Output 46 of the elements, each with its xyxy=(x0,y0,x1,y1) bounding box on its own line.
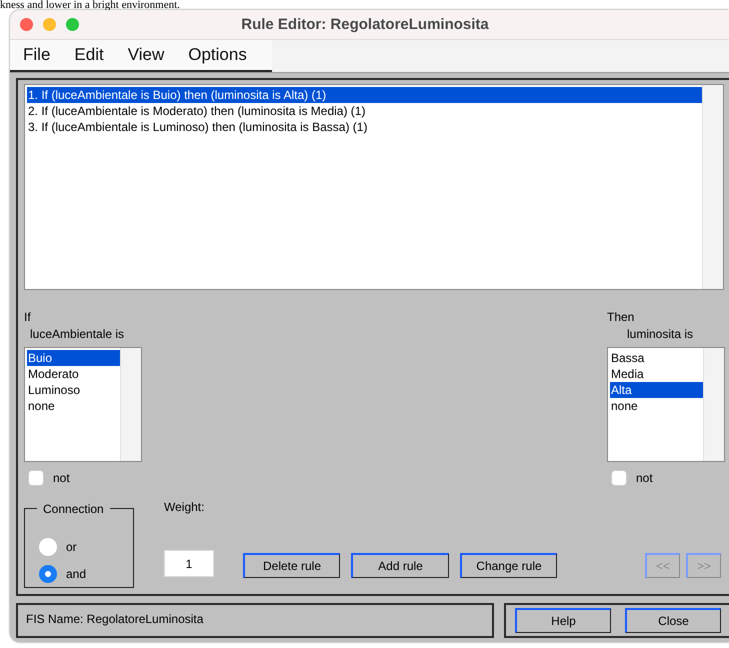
menu-item[interactable]: Options xyxy=(188,45,247,65)
menu-item[interactable]: File xyxy=(23,45,50,65)
window-title: Rule Editor: RegolatoreLuminosita xyxy=(240,16,490,33)
list-item[interactable]: 2. If (luceAmbientale is Moderato) then (luminosita is Media) (1) xyxy=(27,103,702,119)
list-item[interactable]: Moderato xyxy=(27,366,120,382)
list-item[interactable]: none xyxy=(610,398,703,414)
list-box[interactable]: Buio Moderato Luminoso none xyxy=(25,348,141,461)
checkbox-label: not xyxy=(636,471,653,485)
variable-label: luminosita is xyxy=(626,326,694,343)
scrollbar[interactable] xyxy=(703,348,724,461)
action-button[interactable]: Add rule xyxy=(351,553,449,578)
radio-label: and xyxy=(66,566,86,580)
checkbox[interactable] xyxy=(611,470,627,486)
footer-button[interactable]: Help xyxy=(515,608,611,633)
section-heading: If xyxy=(24,309,32,326)
list-item[interactable]: Media xyxy=(610,366,703,382)
document-text: kness and lower in a bright environment. xyxy=(0,0,180,10)
section-heading: Then xyxy=(607,309,636,326)
weight-field[interactable]: 1 xyxy=(164,550,214,577)
minimize-icon[interactable] xyxy=(43,18,56,31)
checkbox[interactable] xyxy=(28,470,44,486)
list-item[interactable]: Bassa xyxy=(610,350,703,366)
menu-item[interactable]: View xyxy=(128,45,164,65)
footer-button[interactable]: Close xyxy=(625,608,721,633)
weight-label: Weight: xyxy=(164,500,206,514)
action-button[interactable]: Delete rule xyxy=(243,553,340,578)
scrollbar[interactable] xyxy=(120,348,141,461)
action-button[interactable]: Change rule xyxy=(460,553,557,578)
menu-item[interactable]: Edit xyxy=(74,45,104,65)
list-item[interactable]: Luminoso xyxy=(27,382,120,398)
checkbox-label: not xyxy=(53,471,70,485)
variable-label: luceAmbientale is xyxy=(29,326,126,343)
list-item[interactable]: none xyxy=(27,398,120,414)
fis-name-text: FIS Name: RegolatoreLuminosita xyxy=(16,603,494,638)
radio-button[interactable] xyxy=(39,564,57,582)
radio-label: or xyxy=(66,540,77,554)
list-item[interactable]: Buio xyxy=(27,350,120,366)
list-item[interactable]: 3. If (luceAmbientale is Luminoso) then (luminosita is Bassa) (1) xyxy=(27,119,702,135)
list-box[interactable]: 1. If (luceAmbientale is Buio) then (luminosita is Alta) (1) 2. If (luceAmbientale is Moderato) then (luminosita is Media) (1) 3. If (luceAmbientale is Luminoso) then (luminosita is Bassa) (1) xyxy=(25,85,723,289)
list-box[interactable]: Bassa Media Alta none xyxy=(608,348,724,461)
zoom-icon[interactable] xyxy=(66,18,79,31)
close-icon[interactable] xyxy=(20,18,33,31)
scrollbar[interactable] xyxy=(702,85,723,289)
list-item[interactable]: Alta xyxy=(610,382,703,398)
list-item[interactable]: 1. If (luceAmbientale is Buio) then (luminosita is Alta) (1) xyxy=(27,87,702,103)
radio-button[interactable] xyxy=(39,538,57,556)
